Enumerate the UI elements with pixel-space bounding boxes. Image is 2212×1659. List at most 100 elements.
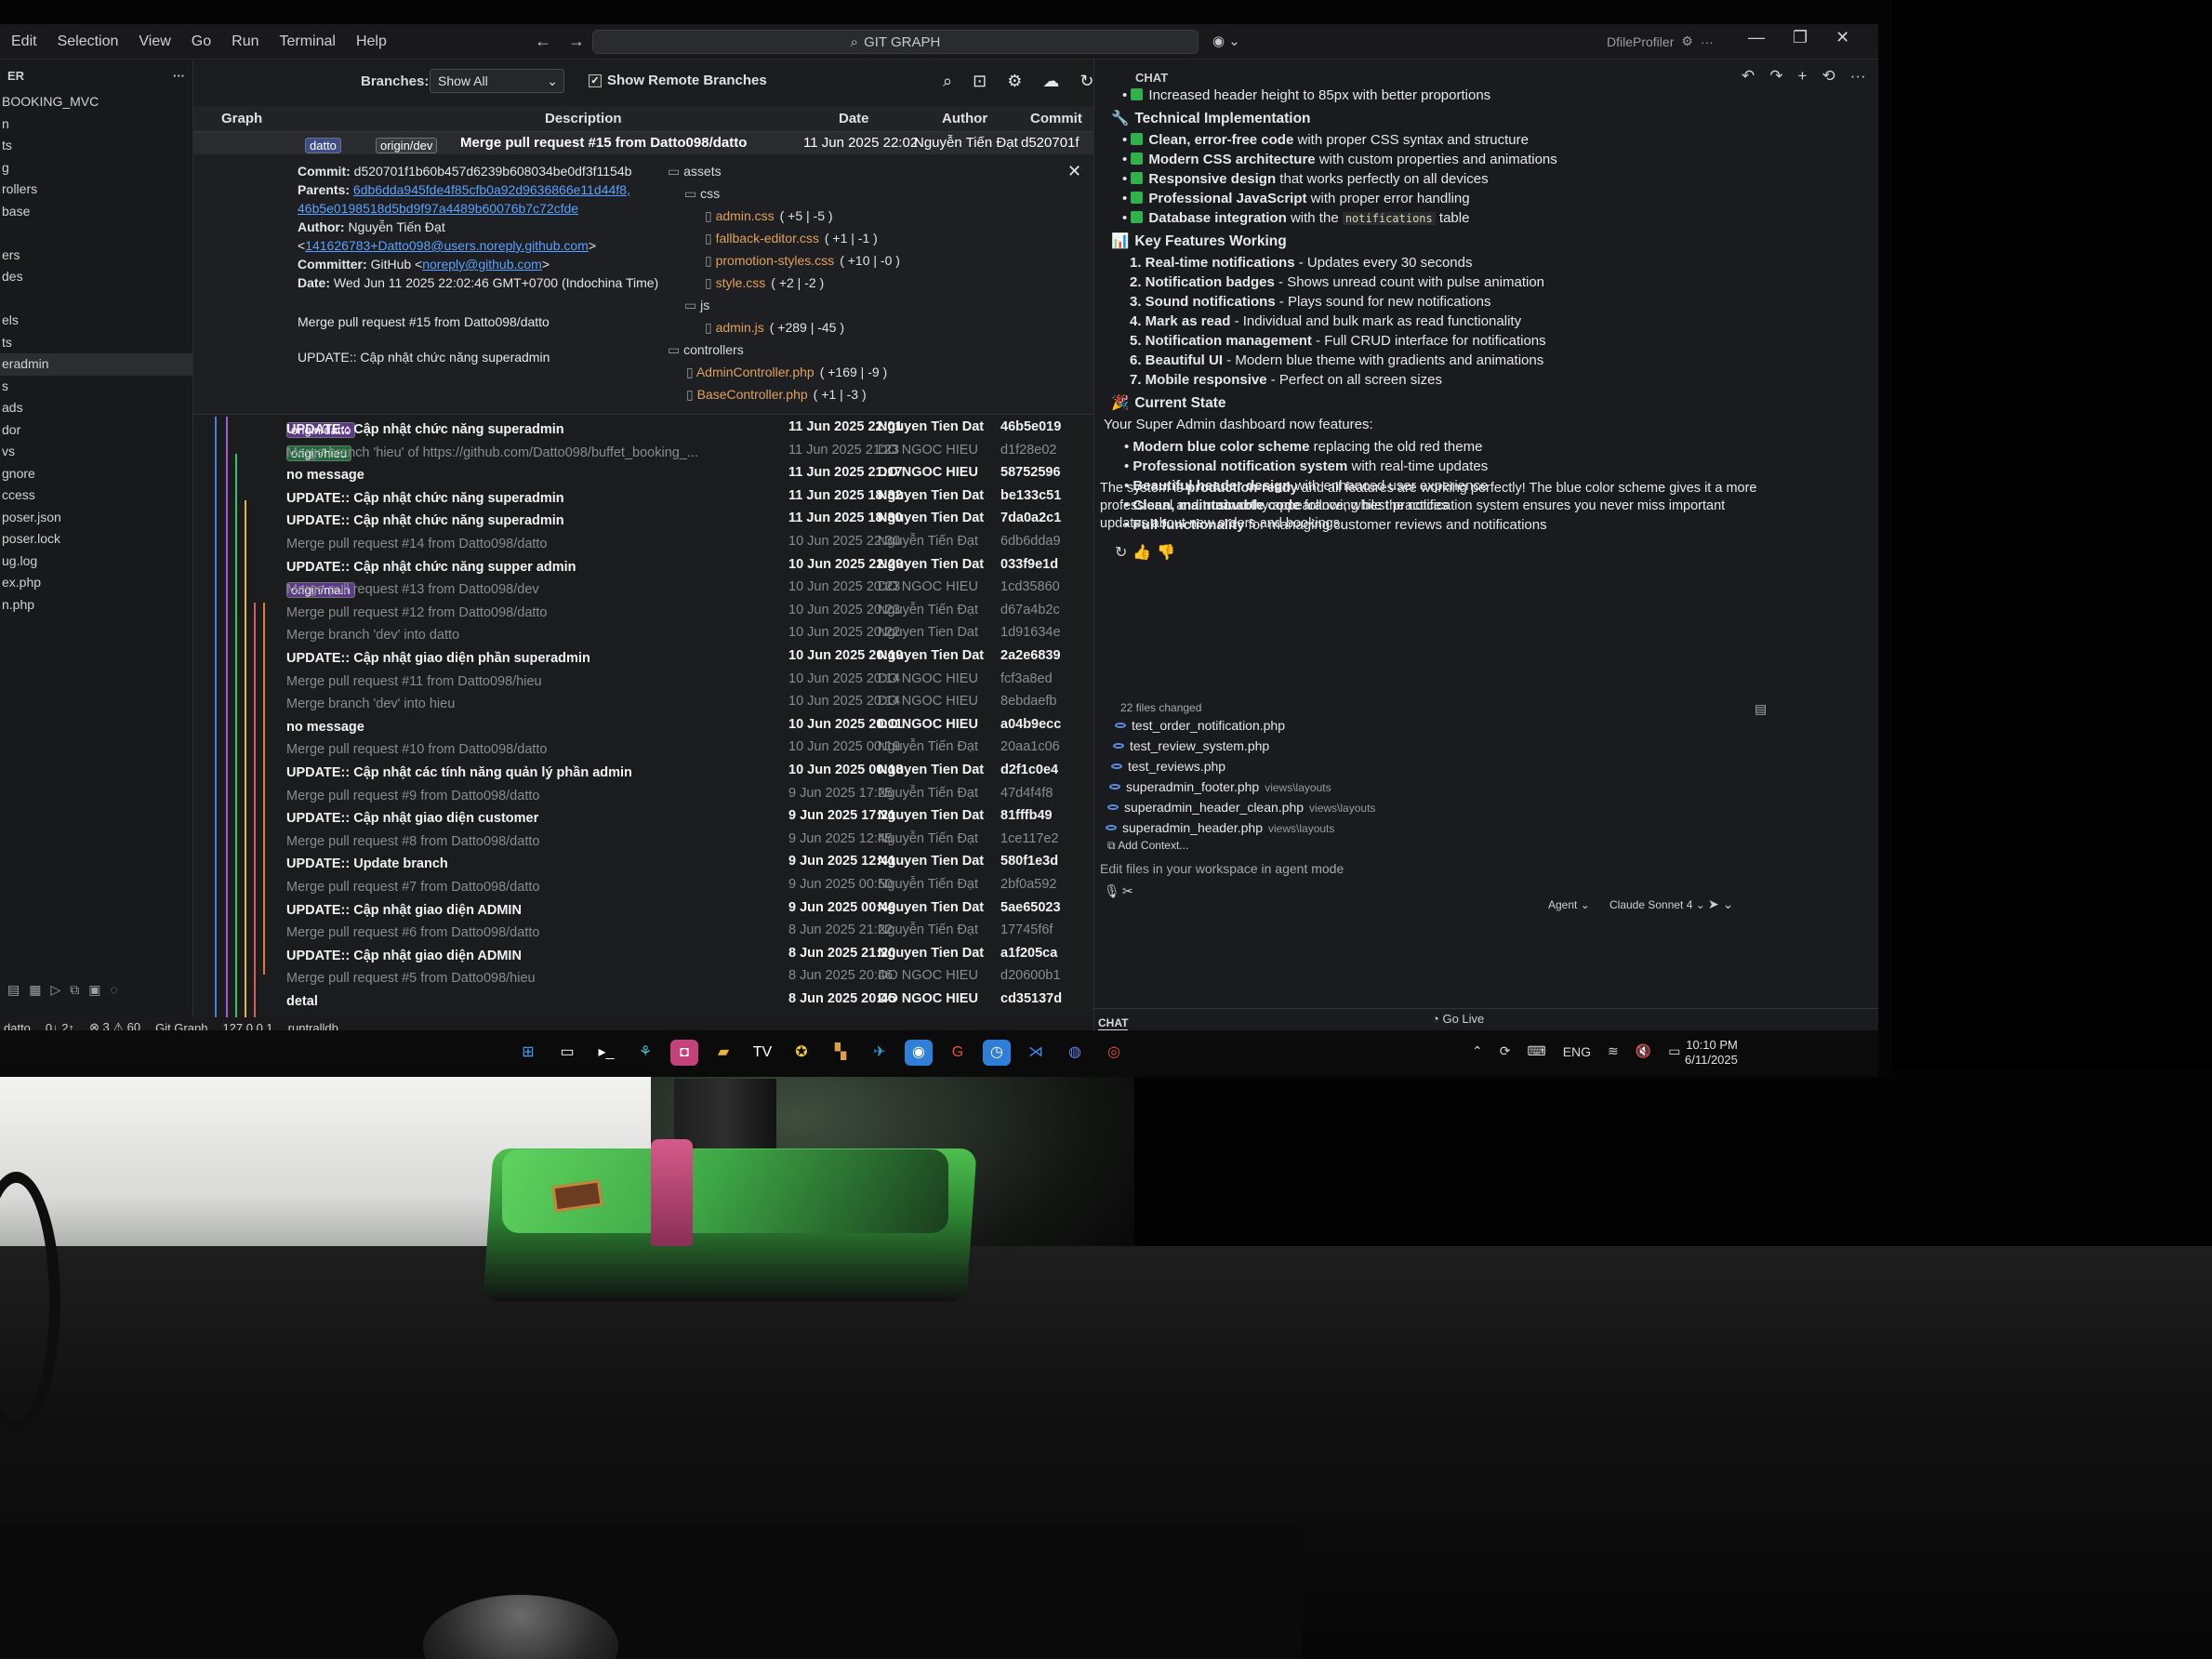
commit-row[interactable]: Merge pull request #10 from Datto098/dat… — [193, 737, 1093, 760]
explorer-item[interactable]: s — [0, 376, 192, 398]
explorer-item[interactable]: ts — [0, 332, 192, 354]
start-icon[interactable]: ⊞ — [514, 1040, 542, 1066]
battery-icon[interactable]: ▭ — [1668, 1043, 1680, 1059]
explorer-item[interactable]: des — [0, 266, 192, 288]
commit-row[interactable]: UPDATE:: Update branch 9 Jun 2025 12:41 Ng… — [193, 851, 1093, 874]
wifi-icon[interactable]: ≋ — [1608, 1043, 1619, 1059]
explorer-item[interactable]: gnore — [0, 463, 192, 485]
tools-icon[interactable]: ✂ — [1122, 883, 1133, 899]
col-graph[interactable]: Graph — [221, 111, 262, 126]
minimize-icon[interactable]: — — [1748, 28, 1765, 47]
commit-row[interactable]: origin/datto UPDATE:: Cập nhật chức năng … — [193, 417, 1093, 440]
app-icon[interactable]: ◉ — [905, 1040, 933, 1066]
volume-muted-icon[interactable]: 🔇 — [1636, 1043, 1651, 1059]
redo-icon[interactable]: ↷ — [1769, 67, 1782, 86]
commit-row[interactable]: origin/main Merge pull request #13 from D… — [193, 577, 1093, 600]
app-icon[interactable]: G — [944, 1040, 972, 1066]
commit-row[interactable]: Merge branch 'dev' into datto 10 Jun 2025… — [193, 622, 1093, 645]
changed-file-item[interactable]: test_order_notification.php — [1115, 718, 1285, 733]
fetch-icon[interactable]: ☁ — [1042, 72, 1059, 91]
commit-row[interactable]: Merge pull request #14 from Datto098/dat… — [193, 531, 1093, 554]
explorer-item[interactable]: eradmin — [0, 353, 192, 376]
explorer-item[interactable]: vs — [0, 441, 192, 463]
history-icon[interactable]: ⟲ — [1821, 67, 1835, 86]
menu-help[interactable]: Help — [356, 33, 387, 50]
show-remote-branches-checkbox[interactable]: ✓ Show Remote Branches — [589, 73, 767, 88]
commit-row[interactable]: Merge pull request #12 from Datto098/dat… — [193, 600, 1093, 623]
go-live-button[interactable]: ◔ Go Live — [1432, 1012, 1484, 1026]
col-date[interactable]: Date — [839, 111, 869, 126]
forward-arrow-icon[interactable]: → — [568, 32, 585, 51]
file-row[interactable]: ▯ AdminController.php ( +169 | -9 ) — [668, 361, 1077, 383]
close-icon[interactable]: ✕ — [1835, 28, 1849, 47]
commit-row[interactable]: UPDATE:: Cập nhật giao diện ADMIN 8 Jun 2… — [193, 943, 1093, 966]
more-icon[interactable]: ··· — [1701, 34, 1714, 49]
explorer-item[interactable]: base — [0, 201, 192, 223]
clock[interactable]: 10:10 PM 6/11/2025 — [1685, 1038, 1738, 1068]
changed-file-item[interactable]: superadmin_header_clean.php views\layouts — [1107, 800, 1375, 815]
commit-row[interactable]: Merge branch 'dev' into hieu 10 Jun 2025 … — [193, 691, 1093, 714]
commit-row[interactable]: Merge pull request #11 from Datto098/hie… — [193, 669, 1093, 692]
discord-icon[interactable]: ◍ — [1061, 1040, 1089, 1066]
branches-select[interactable]: Show All ⌄ — [430, 69, 564, 93]
explorer-item[interactable]: n.php — [0, 594, 192, 617]
folder-row[interactable]: ▭ controllers — [668, 338, 1077, 361]
col-description[interactable]: Description — [545, 111, 622, 126]
docker-icon[interactable]: ▣ — [88, 982, 100, 998]
explorer-item[interactable] — [0, 288, 192, 311]
explorer-item[interactable]: poser.json — [0, 507, 192, 529]
gear-icon[interactable]: ⚙ — [1007, 72, 1022, 91]
mode-select[interactable]: Agent ⌄ — [1548, 898, 1590, 911]
explorer-item[interactable]: els — [0, 310, 192, 332]
file-explorer-icon[interactable]: ▰ — [709, 1040, 737, 1066]
app-icon[interactable]: ◷ — [983, 1040, 1011, 1066]
menu-go[interactable]: Go — [192, 33, 211, 50]
chat-input[interactable]: Edit files in your workspace in agent mo… — [1100, 861, 1344, 876]
menu-run[interactable]: Run — [232, 33, 258, 50]
explorer-item[interactable]: dor — [0, 419, 192, 442]
commit-row[interactable]: UPDATE:: Cập nhật giao diện ADMIN 9 Jun 2… — [193, 897, 1093, 921]
app-icon[interactable]: ⚘ — [631, 1040, 659, 1066]
commit-row[interactable]: UPDATE:: Cập nhật chức năng supper admin… — [193, 554, 1093, 577]
commit-row[interactable]: detal 8 Jun 2025 20:45 DO NGOC HIEU cd35137… — [193, 989, 1093, 1012]
changed-file-item[interactable]: test_review_system.php — [1113, 738, 1269, 753]
undo-icon[interactable]: ↶ — [1742, 67, 1755, 86]
menu-terminal[interactable]: Terminal — [280, 33, 336, 50]
extensions-icon[interactable]: ▦ — [29, 982, 41, 998]
explorer-item[interactable]: ex.php — [0, 572, 192, 594]
file-row[interactable]: ▯ promotion-styles.css ( +10 | -0 ) — [668, 249, 1077, 272]
add-context-button[interactable]: ⧉ Add Context... — [1107, 839, 1188, 853]
back-arrow-icon[interactable]: ← — [535, 32, 551, 51]
changed-file-item[interactable]: superadmin_header.php views\layouts — [1106, 820, 1334, 835]
app-icon[interactable]: ◘ — [670, 1040, 698, 1066]
explorer-item[interactable]: BOOKING_MVC — [0, 91, 192, 113]
commit-row[interactable]: UPDATE:: Cập nhật chức năng superadmin 11… — [193, 508, 1093, 531]
files-list-icon[interactable]: ▤ — [1755, 701, 1767, 717]
language-indicator[interactable]: ENG — [1563, 1044, 1591, 1059]
explorer-item[interactable]: ads — [0, 397, 192, 419]
parent-link[interactable]: 46b5e0198518d5bd9f97a4489b60076b7c72cfde — [298, 201, 578, 216]
commit-row[interactable]: no message 11 Jun 2025 21:17 DO NGOC HIEU 5… — [193, 462, 1093, 485]
explorer-item[interactable]: g — [0, 157, 192, 179]
author-email-link[interactable]: 141626783+Datto098@users.noreply.github.… — [305, 238, 589, 253]
vscode-icon[interactable]: ⋊ — [1022, 1040, 1050, 1066]
telegram-icon[interactable]: ✈ — [866, 1040, 894, 1066]
col-author[interactable]: Author — [942, 111, 987, 126]
chrome-icon[interactable]: ◎ — [1100, 1040, 1128, 1066]
app-icon[interactable]: TV — [748, 1040, 776, 1066]
explorer-item[interactable]: poser.lock — [0, 528, 192, 551]
command-center[interactable]: ⌕ GIT GRAPH — [592, 30, 1199, 54]
explorer-item[interactable]: rollers — [0, 179, 192, 201]
copilot-icon[interactable]: ◉ ⌄ — [1212, 33, 1240, 49]
changed-file-item[interactable]: test_reviews.php — [1111, 759, 1225, 774]
file-row[interactable]: ▯ fallback-editor.css ( +1 | -1 ) — [668, 227, 1077, 249]
thumbs-down-icon[interactable]: 👎 — [1157, 545, 1181, 561]
database-icon[interactable]: ▤ — [7, 982, 20, 998]
changed-file-item[interactable]: superadmin_footer.php views\layouts — [1109, 779, 1331, 794]
commit-row[interactable]: UPDATE:: Cập nhật giao diện phần superad… — [193, 645, 1093, 669]
explorer-item[interactable]: ug.log — [0, 551, 192, 573]
profile-name[interactable]: DfileProfiler — [1607, 34, 1674, 49]
retry-icon[interactable]: ↻ — [1115, 545, 1132, 561]
terminal-icon[interactable]: ⊡ — [973, 72, 987, 91]
folder-row[interactable]: ▭ js — [668, 294, 1077, 316]
